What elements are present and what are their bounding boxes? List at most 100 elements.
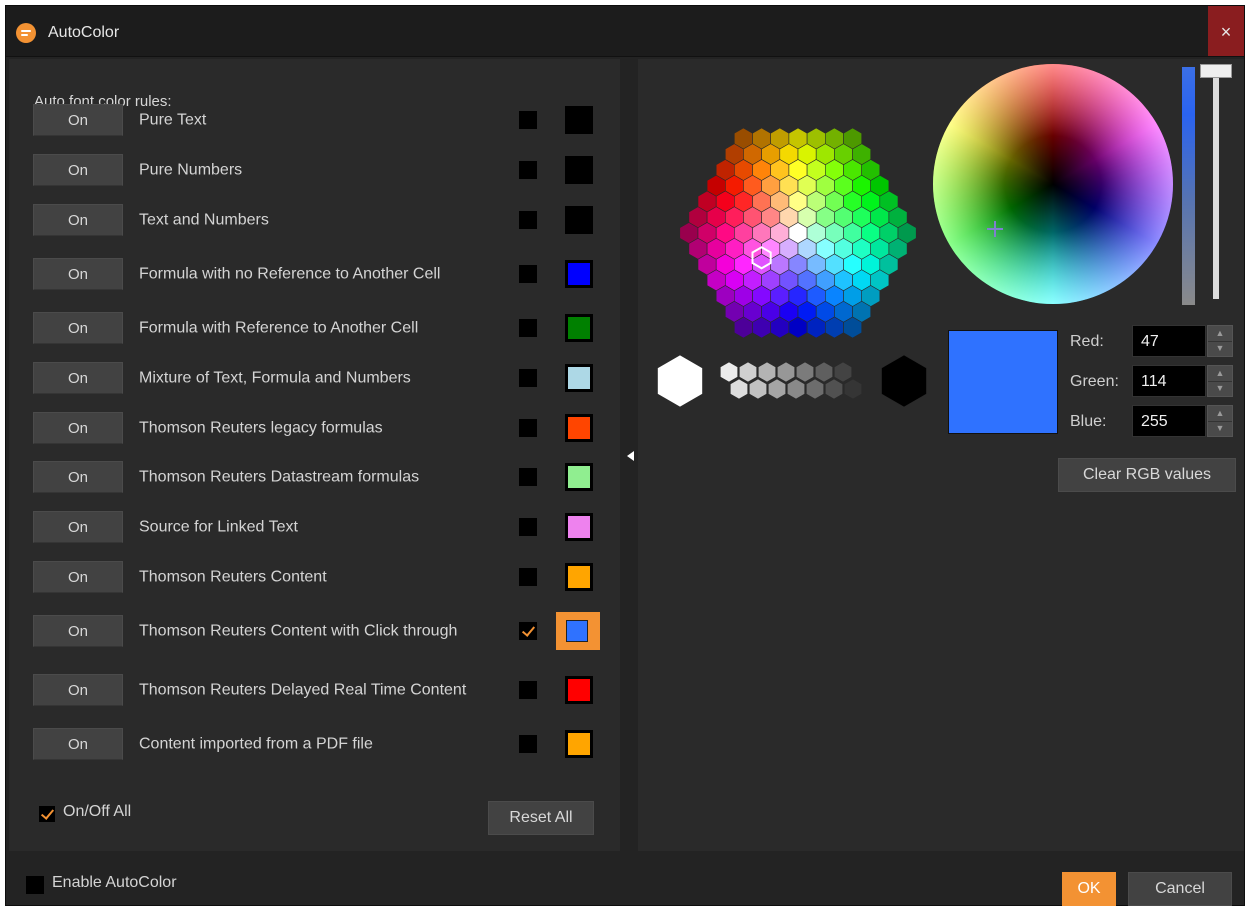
- gray-hex-swatch[interactable]: [796, 361, 814, 383]
- swatch-fill: [568, 516, 590, 538]
- spin-down-icon[interactable]: ▼: [1208, 341, 1232, 356]
- green-input[interactable]: 114: [1132, 365, 1206, 397]
- rule-checkbox[interactable]: [519, 369, 537, 387]
- gray-hex-swatch[interactable]: [834, 361, 852, 383]
- close-button[interactable]: ×: [1208, 6, 1244, 56]
- ok-button[interactable]: OK: [1062, 872, 1116, 906]
- rule-checkbox[interactable]: [519, 319, 537, 337]
- gray-hex-swatch[interactable]: [825, 378, 843, 400]
- rule-on-button[interactable]: On: [33, 204, 123, 236]
- swatch-fill: [568, 367, 590, 389]
- gray-hex-swatch[interactable]: [787, 378, 805, 400]
- color-picker-panel: Red: 47 ▲ ▼ Green: 114 ▲ ▼ Blue: 255 ▲ ▼…: [638, 59, 1244, 851]
- rule-checkbox[interactable]: [519, 419, 537, 437]
- cancel-button[interactable]: Cancel: [1128, 872, 1232, 906]
- grayscale-palette[interactable]: [654, 351, 944, 411]
- swatch-fill: [568, 317, 590, 339]
- rule-color-swatch[interactable]: [565, 106, 593, 134]
- brightness-slider-handle[interactable]: [1200, 64, 1232, 78]
- rule-on-button[interactable]: On: [33, 154, 123, 186]
- rule-color-swatch[interactable]: [565, 730, 593, 758]
- brightness-slider-track[interactable]: [1213, 69, 1219, 299]
- rule-checkbox[interactable]: [519, 468, 537, 486]
- gray-hex-swatch[interactable]: [739, 361, 757, 383]
- rule-color-swatch[interactable]: [565, 414, 593, 442]
- blue-row: Blue: 255 ▲ ▼: [1070, 405, 1236, 439]
- rule-on-button[interactable]: On: [33, 461, 123, 493]
- rule-label: Formula with no Reference to Another Cel…: [139, 265, 441, 283]
- spin-down-icon[interactable]: ▼: [1208, 381, 1232, 396]
- rule-color-swatch[interactable]: [556, 612, 600, 650]
- hex-color-palette[interactable]: [658, 115, 938, 350]
- rule-on-button[interactable]: On: [33, 728, 123, 760]
- rule-color-swatch[interactable]: [565, 156, 593, 184]
- rule-color-swatch[interactable]: [565, 513, 593, 541]
- brightness-bar[interactable]: [1182, 67, 1195, 305]
- gray-hex-swatch[interactable]: [815, 361, 833, 383]
- red-spinner: ▲ ▼: [1207, 325, 1233, 357]
- spin-up-icon[interactable]: ▲: [1208, 326, 1232, 342]
- rule-checkbox[interactable]: [519, 161, 537, 179]
- rule-on-button[interactable]: On: [33, 362, 123, 394]
- clear-rgb-button[interactable]: Clear RGB values: [1058, 458, 1236, 492]
- spin-up-icon[interactable]: ▲: [1208, 406, 1232, 422]
- blue-input[interactable]: 255: [1132, 405, 1206, 437]
- gray-hex-swatch[interactable]: [720, 361, 738, 383]
- rule-color-swatch[interactable]: [565, 314, 593, 342]
- rule-row: On Pure Numbers: [9, 148, 620, 192]
- rule-color-swatch[interactable]: [565, 563, 593, 591]
- swatch-fill: [568, 679, 590, 701]
- red-input[interactable]: 47: [1132, 325, 1206, 357]
- rule-row: On Mixture of Text, Formula and Numbers: [9, 356, 620, 400]
- rule-on-button[interactable]: On: [33, 561, 123, 593]
- gray-hex-swatch[interactable]: [758, 361, 776, 383]
- rule-checkbox[interactable]: [519, 735, 537, 753]
- rule-color-swatch[interactable]: [565, 260, 593, 288]
- spin-up-icon[interactable]: ▲: [1208, 366, 1232, 382]
- gray-hex-swatch[interactable]: [768, 378, 786, 400]
- blue-label: Blue:: [1070, 413, 1107, 430]
- rule-checkbox[interactable]: [519, 518, 537, 536]
- gray-hex-swatch[interactable]: [749, 378, 767, 400]
- reset-all-button[interactable]: Reset All: [488, 801, 594, 835]
- wheel-crosshair-icon: [987, 221, 1003, 237]
- rule-row: On Text and Numbers: [9, 198, 620, 242]
- gray-hex-swatch[interactable]: [777, 361, 795, 383]
- rule-color-swatch[interactable]: [565, 463, 593, 491]
- enable-autocolor-label: Enable AutoColor: [52, 874, 177, 891]
- rule-checkbox[interactable]: [519, 211, 537, 229]
- rule-on-button[interactable]: On: [33, 615, 123, 647]
- rule-checkbox[interactable]: [519, 622, 537, 640]
- rule-label: Pure Numbers: [139, 161, 243, 179]
- spin-down-icon[interactable]: ▼: [1208, 421, 1232, 436]
- rule-checkbox[interactable]: [519, 265, 537, 283]
- gray-hex-swatch[interactable]: [806, 378, 824, 400]
- rule-on-button[interactable]: On: [33, 104, 123, 136]
- collapse-arrow-icon[interactable]: [627, 451, 634, 461]
- enable-autocolor-checkbox[interactable]: [26, 876, 44, 894]
- gray-hex-swatch[interactable]: [730, 378, 748, 400]
- color-preview: [948, 330, 1058, 434]
- rule-checkbox[interactable]: [519, 681, 537, 699]
- black-hex-swatch[interactable]: [881, 354, 927, 408]
- rule-on-button[interactable]: On: [33, 511, 123, 543]
- rule-color-swatch[interactable]: [565, 364, 593, 392]
- rule-row: On Thomson Reuters Delayed Real Time Cont…: [9, 668, 620, 712]
- gray-hex-swatch[interactable]: [844, 378, 862, 400]
- onoff-all-checkbox[interactable]: [39, 806, 55, 822]
- rule-on-button[interactable]: On: [33, 674, 123, 706]
- color-wheel[interactable]: [933, 64, 1173, 304]
- green-row: Green: 114 ▲ ▼: [1070, 365, 1236, 399]
- green-spinner: ▲ ▼: [1207, 365, 1233, 397]
- rule-label: Thomson Reuters Datastream formulas: [139, 468, 420, 486]
- green-label: Green:: [1070, 373, 1119, 390]
- rule-on-button[interactable]: On: [33, 258, 123, 290]
- rule-checkbox[interactable]: [519, 111, 537, 129]
- rule-color-swatch[interactable]: [565, 676, 593, 704]
- autocolor-dialog: AutoColor × Auto font color rules: On Pur…: [6, 6, 1244, 906]
- rule-on-button[interactable]: On: [33, 312, 123, 344]
- white-hex-swatch[interactable]: [657, 354, 703, 408]
- rule-checkbox[interactable]: [519, 568, 537, 586]
- rule-on-button[interactable]: On: [33, 412, 123, 444]
- rule-color-swatch[interactable]: [565, 206, 593, 234]
